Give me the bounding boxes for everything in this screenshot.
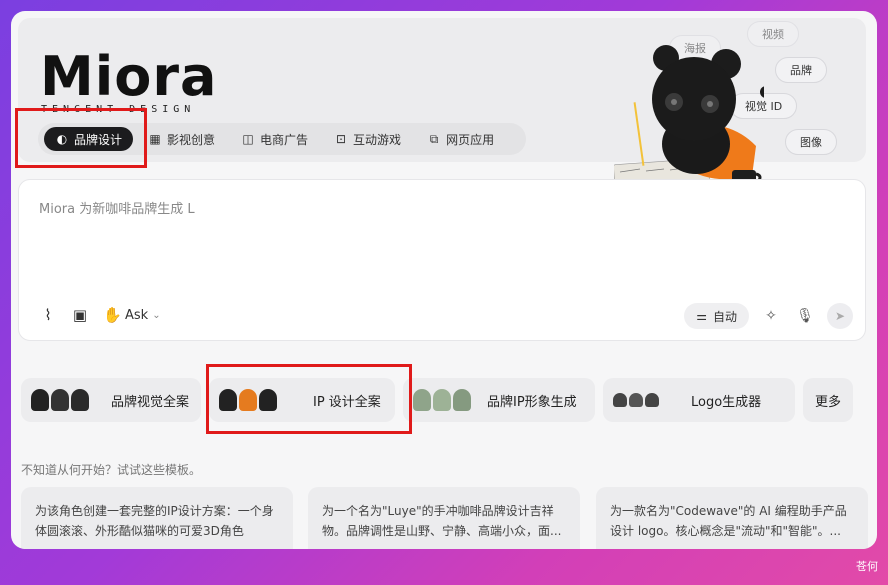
ask-label: Ask: [125, 307, 149, 323]
card-ip-design[interactable]: IP 设计全案: [209, 378, 395, 422]
tab-brand-design[interactable]: ◐ 品牌设计: [44, 127, 134, 151]
card-brand-visual[interactable]: 品牌视觉全案: [21, 378, 201, 422]
template-text: 为一款名为"Codewave"的 AI 编程助手产品设计 logo。核心概念是"…: [610, 504, 847, 538]
chevron-down-icon: ⌄: [152, 309, 161, 321]
template-hint: 不知道从何开始？试试这些模板。: [21, 463, 202, 477]
tab-interactive-games[interactable]: ⊡ 互动游戏: [323, 127, 412, 151]
tag-brand[interactable]: 品牌: [775, 57, 827, 83]
gamepad-icon: ⊡: [336, 132, 347, 146]
send-button[interactable]: ➤: [827, 303, 853, 329]
shortcut-cards: 品牌视觉全案 IP 设计全案 品牌IP形象生成 Logo生成器 更多: [21, 378, 853, 422]
card-label: IP 设计全案: [313, 394, 381, 410]
template-text: 为该角色创建一套完整的IP设计方案：一个身体圆滚滚、外形酷似猫咪的可爱3D角色: [35, 504, 274, 538]
template-card-3[interactable]: 为一款名为"Codewave"的 AI 编程助手产品设计 logo。核心概念是"…: [596, 487, 868, 549]
card-thumbnail: [219, 385, 277, 415]
calendar-plus-icon[interactable]: ▣: [71, 306, 89, 324]
card-label: 品牌视觉全案: [111, 394, 190, 410]
card-thumbnail: [613, 385, 659, 415]
card-label: 更多: [814, 394, 841, 410]
tab-label: 电商广告: [260, 132, 309, 147]
logo-wordmark: Miora: [40, 45, 218, 108]
prompt-composer: Miora 为新咖啡品牌生成 L ⌇ ▣ ✋ Ask ⌄ ⚌ 自动 ✧ 🎙 ➤: [18, 179, 866, 341]
web-app-icon: ⧉: [429, 131, 439, 146]
category-tabs: ◐ 品牌设计 ▦ 影视创意 ◫ 电商广告 ⊡ 互动游戏 ⧉ 网页应用: [38, 123, 526, 155]
tab-label: 互动游戏: [353, 132, 402, 147]
microphone-icon[interactable]: 🎙: [793, 304, 817, 328]
mascot-illustration: [614, 45, 764, 189]
tab-label: 影视创意: [167, 132, 216, 147]
tab-web-apps[interactable]: ⧉ 网页应用: [416, 127, 505, 151]
film-icon: ▦: [149, 132, 161, 146]
template-text: 为一个名为"Luye"的手冲咖啡品牌设计吉祥物。品牌调性是山野、宁静、高端小众，…: [322, 504, 562, 538]
palette-icon: ◐: [56, 132, 68, 146]
tab-ecommerce-ads[interactable]: ◫ 电商广告: [230, 127, 319, 151]
more-button[interactable]: 更多: [803, 378, 853, 422]
paperclip-icon[interactable]: ⌇: [39, 306, 57, 324]
composer-tools-right: ⚌ 自动 ✧ 🎙 ➤: [684, 303, 853, 329]
tab-label: 网页应用: [446, 132, 495, 147]
card-brand-ip-image[interactable]: 品牌IP形象生成: [403, 378, 595, 422]
auto-label: 自动: [712, 309, 737, 324]
card-logo-generator[interactable]: Logo生成器: [603, 378, 795, 422]
auto-settings-button[interactable]: ⚌ 自动: [684, 303, 749, 329]
shopping-bag-icon: ◫: [242, 132, 254, 146]
tag-image[interactable]: 图像: [785, 129, 837, 155]
hero-banner: Miora TENCENT DESIGN ◐ 品牌设计 ▦ 影视创意 ◫ 电商广…: [18, 18, 866, 189]
card-label: 品牌IP形象生成: [487, 394, 577, 410]
card-thumbnail: [31, 385, 89, 415]
card-label: Logo生成器: [691, 394, 762, 410]
prompt-input[interactable]: Miora 为新咖啡品牌生成 L: [39, 198, 195, 217]
sliders-icon: ⚌: [696, 309, 707, 323]
tab-film-creative[interactable]: ▦ 影视创意: [137, 127, 226, 151]
card-thumbnail: [413, 385, 471, 415]
hand-icon: ✋: [103, 306, 122, 324]
app-window: Miora TENCENT DESIGN ◐ 品牌设计 ▦ 影视创意 ◫ 电商广…: [11, 11, 877, 549]
miora-logo: Miora TENCENT DESIGN: [40, 48, 240, 118]
composer-tools-left: ⌇ ▣ ✋ Ask ⌄: [39, 306, 161, 324]
ask-mode-select[interactable]: ✋ Ask ⌄: [103, 306, 161, 324]
logo-subtitle: TENCENT DESIGN: [41, 104, 196, 115]
watermark-text: 苍何: [856, 560, 878, 573]
tab-label: 品牌设计: [74, 132, 123, 147]
template-card-2[interactable]: 为一个名为"Luye"的手冲咖啡品牌设计吉祥物。品牌调性是山野、宁静、高端小众，…: [308, 487, 580, 549]
sparkle-icon[interactable]: ✧: [759, 304, 783, 328]
template-card-1[interactable]: 为该角色创建一套完整的IP设计方案：一个身体圆滚滚、外形酷似猫咪的可爱3D角色: [21, 487, 293, 549]
